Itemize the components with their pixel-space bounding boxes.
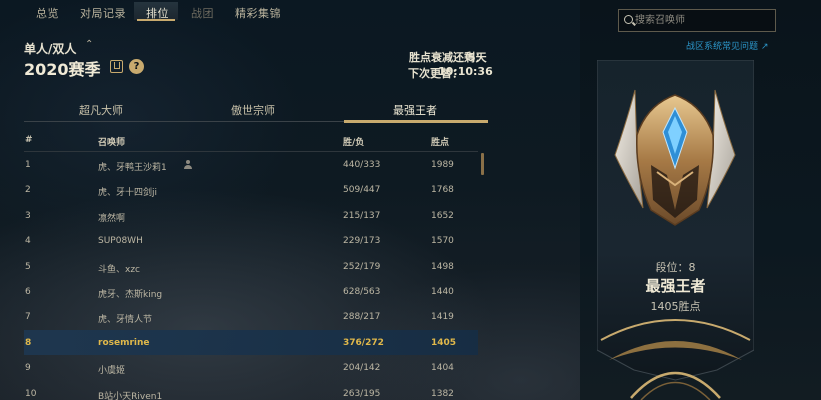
top-nav: 总览 对局记录 排位 战团 精彩集锦 — [0, 0, 580, 22]
row-rank: 10 — [25, 388, 37, 399]
tab-clan[interactable]: 战团 — [191, 5, 214, 21]
external-link-icon: ↗ — [761, 42, 769, 52]
row-win-loss: 263/195 — [343, 388, 381, 399]
season-rewards-icon[interactable] — [110, 60, 123, 73]
row-lp: 1382 — [431, 388, 454, 399]
decay-value: 5天 — [468, 51, 487, 64]
row-lp: 1768 — [431, 185, 454, 196]
person-icon — [184, 160, 192, 169]
row-rank: 1 — [25, 160, 31, 170]
header-win-loss: 胜/负 — [343, 138, 365, 148]
row-summoner[interactable]: 虎牙、杰斯king — [98, 287, 162, 300]
row-summoner[interactable]: 斗鱼、xzc — [98, 262, 140, 275]
table-row[interactable]: 5 斗鱼、xzc 252/179 1498 — [24, 254, 478, 279]
row-lp: 1498 — [431, 261, 454, 272]
table-row[interactable]: 10 B站小天Riven1 263/195 1382 — [24, 381, 478, 400]
header-summoner: 召唤师 — [98, 138, 126, 148]
header-lp: 胜点 — [431, 138, 450, 148]
row-rank: 6 — [25, 286, 31, 297]
search-input[interactable] — [635, 12, 771, 29]
row-win-loss: 628/563 — [343, 286, 381, 297]
table-row[interactable]: 9 小虞姬 204/142 1404 — [24, 355, 478, 380]
row-rank: 3 — [25, 210, 31, 221]
chevron-updown-icon: ⌃ — [85, 39, 94, 50]
queue-label: 单人/双人 — [24, 42, 77, 56]
row-win-loss: 215/137 — [343, 210, 381, 221]
row-rank: 4 — [25, 236, 31, 247]
table-header: # 召唤师 胜/负 胜点 — [24, 130, 478, 152]
tab-match-history[interactable]: 对局记录 — [80, 5, 126, 21]
tier-tab-active-underline — [344, 120, 488, 123]
search-icon — [624, 15, 633, 24]
row-rank: 7 — [25, 312, 31, 323]
header-rank: # — [25, 135, 33, 145]
table-row[interactable]: 7 虎、牙情人节 288/217 1419 — [24, 304, 478, 329]
row-lp: 1404 — [431, 363, 454, 374]
row-summoner[interactable]: B站小天Riven1 — [98, 389, 162, 400]
queue-selector[interactable]: 单人/双人 ⌃ — [24, 39, 93, 57]
row-summoner[interactable]: 虎、牙十四剑ji — [98, 185, 157, 198]
tier-tab-master[interactable]: 超凡大师 — [24, 102, 178, 118]
row-summoner[interactable]: SUP08WH — [98, 236, 143, 246]
player-tier-name: 最强王者 — [645, 277, 706, 295]
row-summoner[interactable]: 虎、牙情人节 — [98, 312, 152, 325]
rank-banner — [597, 60, 754, 400]
faq-link[interactable]: 战区系统常见问题 ↗ — [686, 39, 769, 52]
season-title: 2020赛季 — [24, 60, 101, 79]
row-rank: 2 — [25, 185, 31, 196]
tab-active-underline — [137, 19, 175, 21]
row-lp: 1570 — [431, 236, 454, 247]
row-lp: 1405 — [431, 337, 457, 348]
row-summoner[interactable]: 小虞姬 — [98, 363, 125, 376]
summoner-search[interactable] — [618, 9, 776, 32]
row-summoner[interactable]: rosemrine — [98, 338, 150, 348]
row-lp: 1652 — [431, 210, 454, 221]
table-scrollbar[interactable] — [481, 153, 484, 175]
row-win-loss: 252/179 — [343, 261, 381, 272]
row-lp: 1419 — [431, 312, 454, 323]
table-row[interactable]: 3 凛然啊 215/137 1652 — [24, 203, 478, 228]
table-row-current-player[interactable]: 8 rosemrine 376/272 1405 — [24, 329, 478, 356]
row-win-loss: 229/173 — [343, 236, 381, 247]
row-win-loss: 440/333 — [343, 160, 381, 170]
next-update-value: 10:10:36 — [438, 65, 493, 78]
tab-highlights[interactable]: 精彩集锦 — [235, 5, 281, 21]
row-lp: 1440 — [431, 286, 454, 297]
tier-tab-grandmaster[interactable]: 傲世宗师 — [176, 102, 330, 118]
table-row[interactable]: 2 虎、牙十四剑ji 509/447 1768 — [24, 177, 478, 202]
row-summoner[interactable]: 凛然啊 — [98, 211, 125, 224]
row-win-loss: 204/142 — [343, 363, 381, 374]
tier-tabs: 超凡大师 傲世宗师 最强王者 — [24, 98, 488, 123]
row-rank: 9 — [25, 363, 31, 374]
row-win-loss: 376/272 — [343, 337, 384, 348]
player-rank-position: 段位：8 — [655, 261, 696, 274]
table-row[interactable]: 6 虎牙、杰斯king 628/563 1440 — [24, 279, 478, 304]
leaderboard-table: # 召唤师 胜/负 胜点 1 虎、牙鸭王沙莉1 440/333 1989 2 虎… — [24, 130, 478, 400]
tab-overview[interactable]: 总览 — [36, 5, 59, 21]
row-rank: 5 — [25, 261, 31, 272]
row-rank: 8 — [25, 337, 32, 348]
row-win-loss: 288/217 — [343, 312, 381, 323]
row-lp: 1989 — [431, 160, 454, 170]
row-summoner[interactable]: 虎、牙鸭王沙莉1 — [98, 160, 167, 173]
table-row[interactable]: 4 SUP08WH 229/173 1570 — [24, 228, 478, 253]
player-lp: 1405胜点 — [650, 300, 701, 313]
row-win-loss: 509/447 — [343, 185, 381, 196]
help-icon[interactable]: ? — [129, 59, 144, 74]
tier-tab-challenger[interactable]: 最强王者 — [338, 102, 492, 118]
table-row[interactable]: 1 虎、牙鸭王沙莉1 440/333 1989 — [24, 152, 478, 177]
faq-link-label: 战区系统常见问题 — [686, 42, 759, 52]
